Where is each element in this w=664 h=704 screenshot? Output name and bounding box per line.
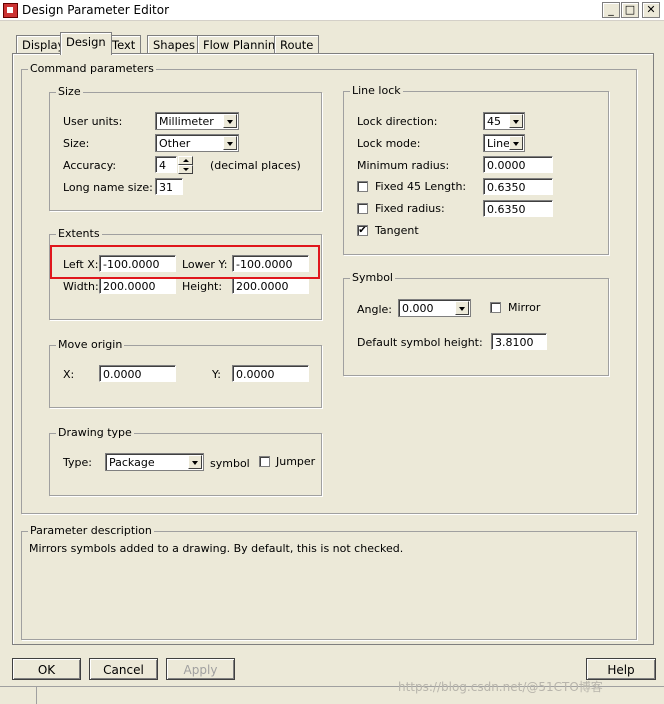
cancel-button[interactable]: Cancel	[89, 658, 158, 680]
mirror-checkbox[interactable]	[490, 302, 501, 313]
default-symbol-height-input[interactable]: 3.8100	[491, 333, 547, 350]
user-units-value: Millimeter	[159, 115, 214, 128]
spin-down-icon[interactable]	[178, 165, 193, 174]
move-origin-title: Move origin	[56, 338, 125, 351]
lock-mode-dropdown[interactable]: Line	[483, 134, 525, 152]
drawing-type-title: Drawing type	[56, 426, 134, 439]
lock-direction-value: 45	[487, 115, 501, 128]
title-bar: Design Parameter Editor _ □ ✕	[0, 0, 664, 21]
close-button[interactable]: ✕	[642, 2, 660, 18]
default-symbol-height-label: Default symbol height:	[357, 336, 483, 349]
accuracy-suffix: (decimal places)	[210, 159, 301, 172]
min-radius-label: Minimum radius:	[357, 159, 450, 172]
width-input[interactable]: 200.0000	[99, 277, 176, 294]
drawing-type-dropdown[interactable]: Package	[105, 453, 204, 471]
parameter-description-text: Mirrors symbols added to a drawing. By d…	[29, 542, 404, 555]
chevron-down-icon[interactable]	[455, 301, 469, 315]
fixed-radius-label: Fixed radius:	[375, 202, 445, 215]
tab-design[interactable]: Design	[60, 32, 112, 55]
tangent-checkbox[interactable]: ✔	[357, 225, 368, 236]
tab-shapes[interactable]: Shapes	[147, 35, 202, 54]
symbol-word-label: symbol	[210, 457, 250, 470]
accuracy-input[interactable]: 4	[155, 156, 177, 173]
spin-up-icon[interactable]	[178, 156, 193, 165]
tangent-label: Tangent	[375, 224, 419, 237]
chevron-down-icon[interactable]	[223, 136, 237, 150]
drawing-type-value: Package	[109, 456, 155, 469]
size-group-title: Size	[56, 85, 83, 98]
angle-value: 0.000	[402, 302, 434, 315]
fixed45-label: Fixed 45 Length:	[375, 180, 467, 193]
origin-x-label: X:	[63, 368, 75, 381]
width-label: Width:	[63, 280, 99, 293]
size-label: Size:	[63, 137, 90, 150]
checkmark-icon: ✔	[358, 225, 367, 236]
parameter-description-title: Parameter description	[28, 524, 154, 537]
command-parameters-title: Command parameters	[28, 62, 156, 75]
angle-label: Angle:	[357, 303, 393, 316]
size-dropdown[interactable]: Other	[155, 134, 239, 152]
symbol-group: Symbol	[343, 271, 609, 376]
lock-mode-value: Line	[487, 137, 510, 150]
origin-y-input[interactable]: 0.0000	[232, 365, 309, 382]
maximize-button[interactable]: □	[621, 2, 639, 18]
apply-button[interactable]: Apply	[166, 658, 235, 680]
fixed-radius-input[interactable]: 0.6350	[483, 200, 553, 217]
tab-route[interactable]: Route	[274, 35, 320, 54]
origin-y-label: Y:	[212, 368, 221, 381]
window-title: Design Parameter Editor	[22, 3, 170, 17]
fixed45-checkbox[interactable]	[357, 181, 368, 192]
lock-direction-dropdown[interactable]: 45	[483, 112, 525, 130]
type-label: Type:	[63, 456, 92, 469]
jumper-label: Jumper	[276, 455, 316, 468]
accuracy-label: Accuracy:	[63, 159, 117, 172]
line-lock-title: Line lock	[350, 84, 403, 97]
mirror-label: Mirror	[508, 301, 541, 314]
highlight-box	[50, 245, 320, 279]
user-units-dropdown[interactable]: Millimeter	[155, 112, 239, 130]
origin-x-input[interactable]: 0.0000	[99, 365, 176, 382]
jumper-checkbox[interactable]	[259, 456, 270, 467]
long-name-size-input[interactable]: 31	[155, 178, 183, 195]
watermark: https://blog.csdn.net/@51CTO博客	[398, 680, 603, 694]
status-separator	[36, 687, 37, 704]
fixed45-input[interactable]: 0.6350	[483, 178, 553, 195]
symbol-group-title: Symbol	[350, 271, 395, 284]
help-button[interactable]: Help	[586, 658, 656, 680]
fixed-radius-checkbox[interactable]	[357, 203, 368, 214]
angle-dropdown[interactable]: 0.000	[398, 299, 471, 317]
chevron-down-icon[interactable]	[509, 136, 523, 150]
lock-mode-label: Lock mode:	[357, 137, 421, 150]
chevron-down-icon[interactable]	[188, 455, 202, 469]
height-label: Height:	[182, 280, 223, 293]
chevron-down-icon[interactable]	[509, 114, 523, 128]
min-radius-input[interactable]: 0.0000	[483, 156, 553, 173]
chevron-down-icon[interactable]	[223, 114, 237, 128]
height-input[interactable]: 200.0000	[232, 277, 309, 294]
minimize-button[interactable]: _	[602, 2, 620, 18]
user-units-label: User units:	[63, 115, 123, 128]
extents-group-title: Extents	[56, 227, 102, 240]
ok-button[interactable]: OK	[12, 658, 81, 680]
size-value: Other	[159, 137, 191, 150]
long-name-size-label: Long name size:	[63, 181, 153, 194]
app-icon	[3, 3, 18, 18]
lock-direction-label: Lock direction:	[357, 115, 438, 128]
accuracy-spinner[interactable]	[178, 156, 193, 174]
